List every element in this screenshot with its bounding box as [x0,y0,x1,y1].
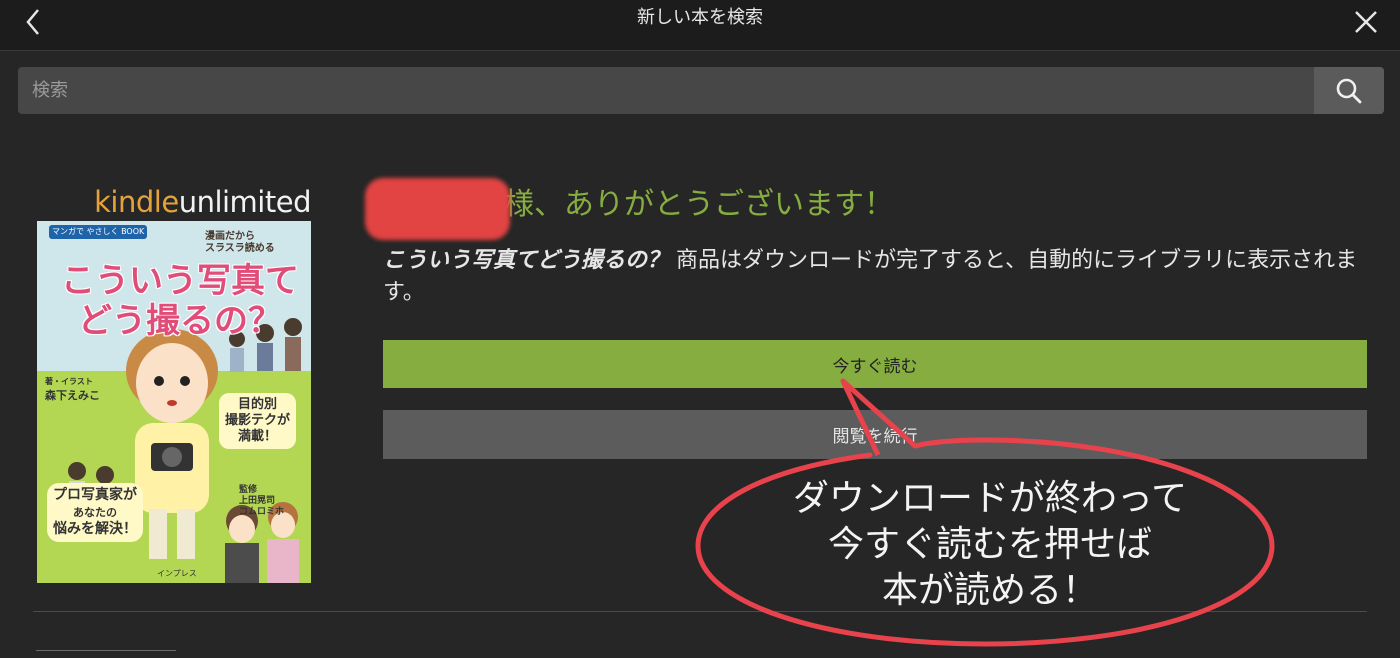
search-input[interactable] [18,67,1314,114]
close-button[interactable] [1350,6,1382,38]
cover-subtitle: 漫画だから スラスラ読める [205,231,275,254]
top-bar: 新しい本を検索 [0,0,1400,51]
bottom-partial-divider [36,650,176,651]
read-now-button[interactable]: 今すぐ読む [383,340,1367,388]
cover-supervisors: 監修 上田晃司 コムロミホ [239,485,285,517]
thank-you-text: 様、ありがとうございます！ [504,187,894,222]
badge-kindle-text: kindle [94,185,179,219]
annotation-text: ダウンロードが終わって 今すぐ読むを押せば 本が読める！ [792,478,1188,611]
redacted-name-overlay [365,178,510,240]
cover-series-label: マンガで やさしく BOOK [49,225,148,239]
download-message: こういう写真てどう撮るの？ 商品はダウンロードが完了すると、自動的にライブラリに… [383,245,1358,309]
search-button[interactable] [1314,67,1384,114]
cover-bubble-techniques: 目的別 撮影テクが 満載！ [219,393,297,449]
page-title: 新しい本を検索 [637,7,763,28]
kindle-unlimited-badge: kindleunlimited [37,183,311,221]
badge-unlimited-text: unlimited [178,185,311,219]
book-title: こういう写真てどう撮るの？ [383,248,670,273]
cover-bubble-pro: プロ写真家が あなたの 悩みを解決！ [47,483,143,542]
close-icon [1355,11,1377,33]
cover-publisher: インプレス [157,569,197,578]
search-bar [18,67,1384,114]
continue-browsing-button[interactable]: 閲覧を続行 [383,410,1367,459]
search-icon [1336,78,1362,103]
book-cover[interactable]: kindleunlimited マンガで やさしく BOOK 漫画だから スラス… [37,183,311,583]
cover-title: こういう写真て どう撮るの？ [61,261,299,341]
cover-author: 著・イラスト 森下えみこ [45,377,100,402]
